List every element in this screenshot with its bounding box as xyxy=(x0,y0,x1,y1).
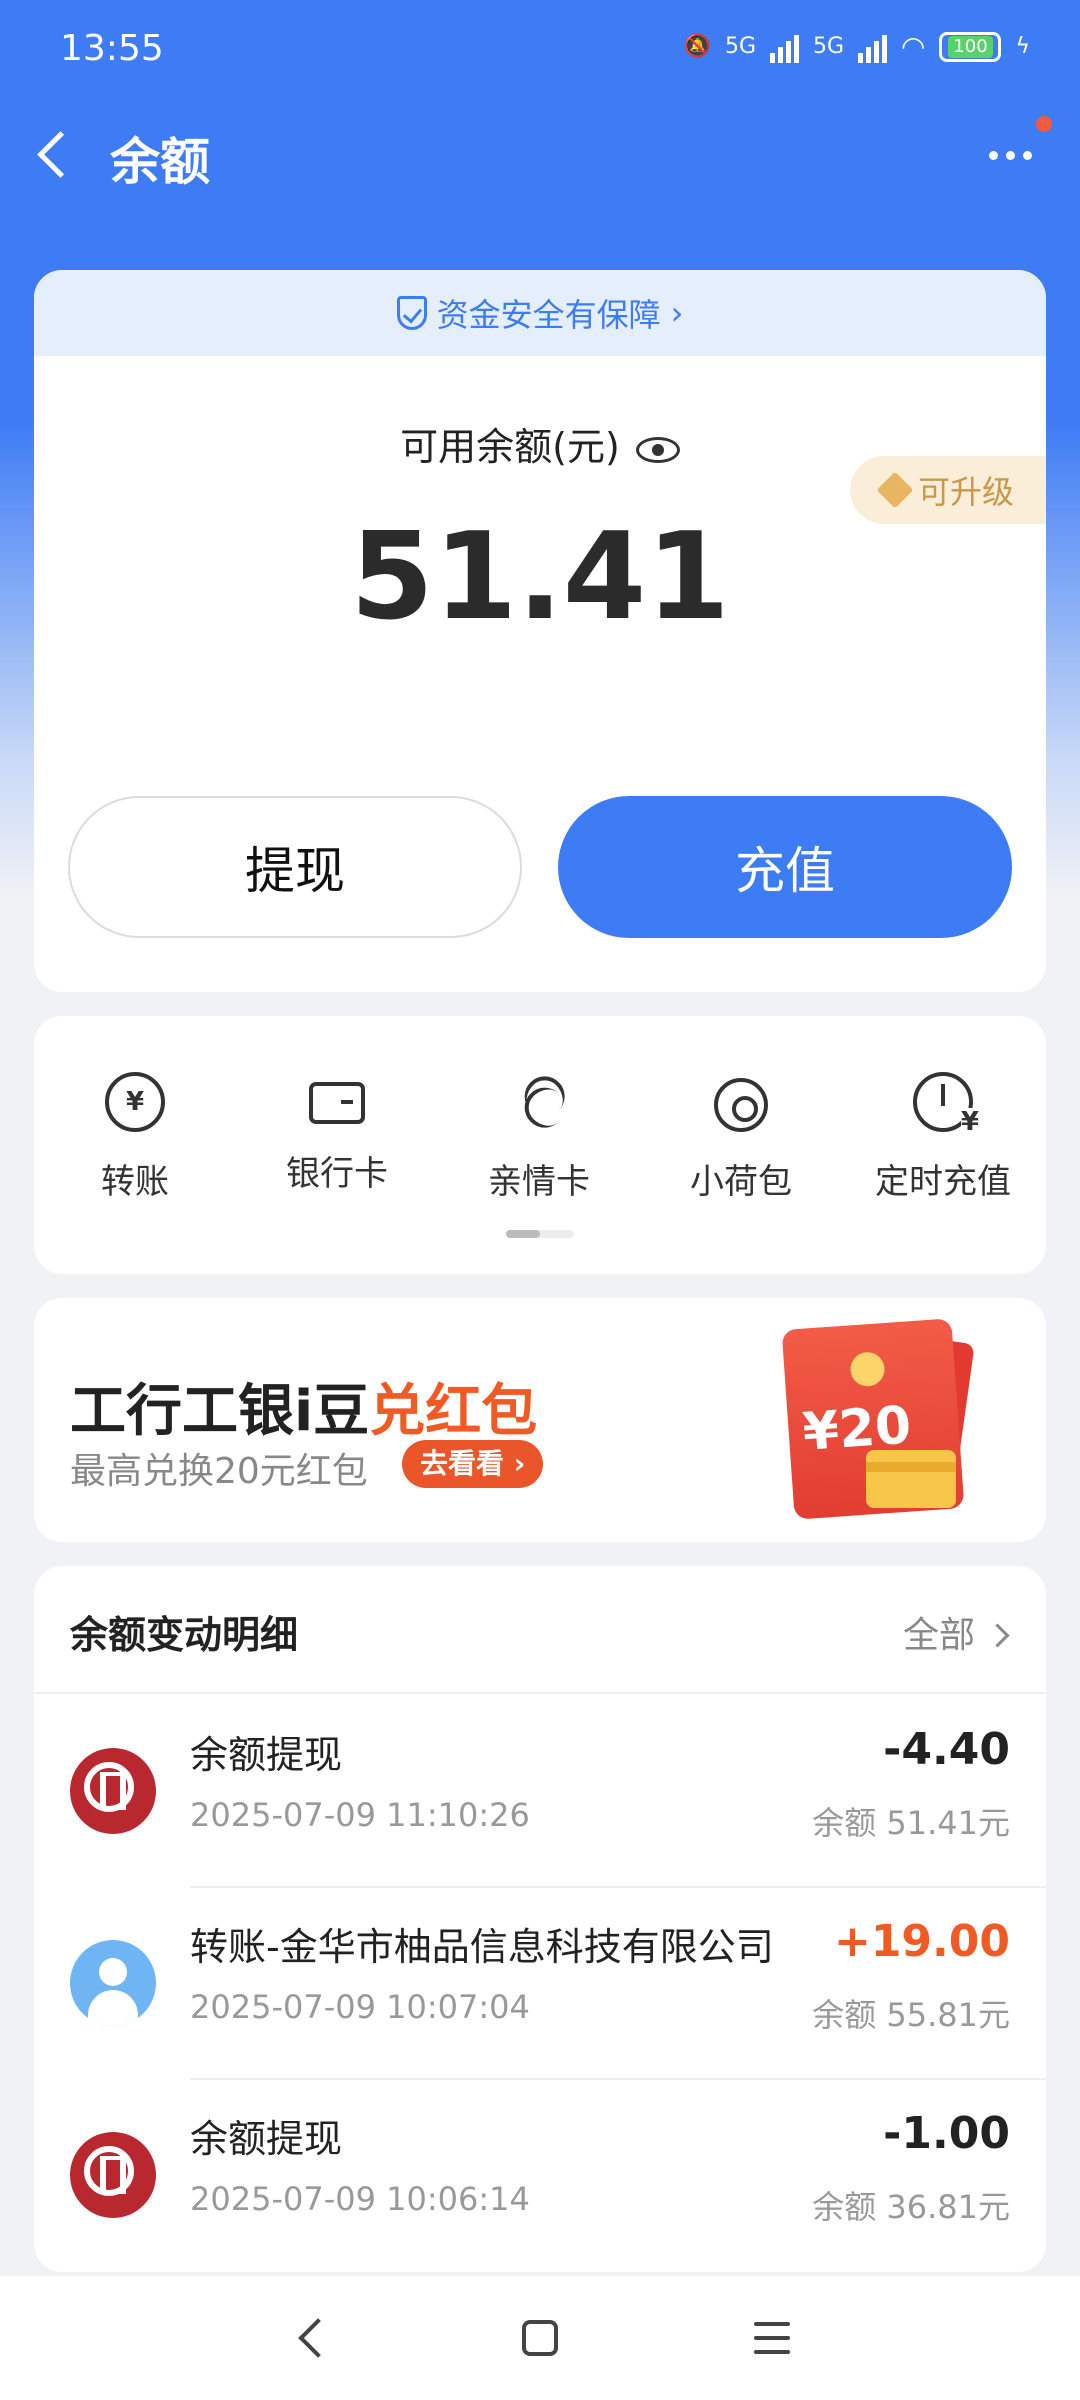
network-label-2: 5G xyxy=(813,34,845,59)
promo-subtitle: 最高兑换20元红包 xyxy=(70,1451,368,1492)
shortcut-card: ¥ 转账 银行卡 亲情卡 小荷包 定时充值 xyxy=(34,1016,1046,1274)
upgrade-label: 可升级 xyxy=(917,473,1014,511)
shortcut-label: 银行卡 xyxy=(286,1154,388,1194)
battery-level: 100 xyxy=(948,35,993,58)
shortcut-scheduled-recharge[interactable]: 定时充值 xyxy=(842,1072,1044,1203)
transaction-amount: -4.40 xyxy=(883,1724,1010,1775)
balance-amount: 51.41 xyxy=(350,508,730,647)
transaction-row[interactable]: 余额提现 2025-07-09 11:10:26 -4.40 余额 51.41元 xyxy=(34,1696,1046,1888)
status-bar: 13:55 🔕 5G 5G ◠ 100 ϟ xyxy=(0,0,1080,100)
scheduled-recharge-icon xyxy=(913,1072,979,1136)
battery-icon: 100 xyxy=(939,31,1002,62)
purse-icon xyxy=(714,1078,768,1132)
back-icon[interactable] xyxy=(30,130,80,180)
promo-title: 工行工银i豆兑红包 xyxy=(70,1366,537,1447)
status-icons: 🔕 5G 5G ◠ 100 ϟ xyxy=(684,30,1030,63)
person-avatar-icon xyxy=(70,1940,156,2026)
system-back-icon[interactable] xyxy=(292,2318,332,2358)
transaction-balance-after: 余额 51.41元 xyxy=(812,1804,1010,1842)
transaction-amount: +19.00 xyxy=(833,1916,1010,1967)
eye-icon[interactable] xyxy=(635,436,680,463)
transaction-name: 余额提现 xyxy=(190,1733,343,1777)
shortcut-bank-card[interactable]: 银行卡 xyxy=(236,1072,438,1195)
bank-logo-icon xyxy=(70,2132,156,2218)
transaction-balance-after: 余额 36.81元 xyxy=(812,2188,1010,2226)
promo-title-highlight: 兑红包 xyxy=(369,1379,538,1444)
shortcut-family-card[interactable]: 亲情卡 xyxy=(438,1072,640,1203)
transaction-time: 2025-07-09 10:07:04 xyxy=(190,1988,530,2026)
balance-label: 可用余额(元) xyxy=(400,425,620,469)
promo-button-label: 去看看 xyxy=(420,1447,505,1480)
bank-logo-icon xyxy=(70,1748,156,1834)
transactions-title: 余额变动明细 xyxy=(70,1613,299,1657)
envelope-seal xyxy=(849,1351,886,1388)
promo-title-main: 工行工银i豆 xyxy=(70,1379,370,1444)
chevron-right-icon: › xyxy=(670,294,684,332)
notification-dot xyxy=(1036,116,1052,132)
family-card-icon xyxy=(497,1060,582,1145)
transaction-name: 余额提现 xyxy=(190,2117,343,2161)
signal-icon xyxy=(770,31,799,63)
shield-icon xyxy=(396,296,427,330)
transaction-time: 2025-07-09 10:06:14 xyxy=(190,2180,530,2218)
network-label-1: 5G xyxy=(724,34,756,59)
more-options-icon[interactable] xyxy=(980,130,1040,180)
balance-card: 资金安全有保障 › 可用余额(元) 可升级 51.41 提现 充值 xyxy=(34,270,1046,992)
page-title: 余额 xyxy=(110,133,210,191)
transaction-balance-after: 余额 55.81元 xyxy=(812,1996,1010,2034)
charging-icon: ϟ xyxy=(1015,34,1030,59)
transactions-header: 余额变动明细 全部 xyxy=(34,1566,1046,1694)
recharge-button[interactable]: 充值 xyxy=(558,796,1012,938)
status-time: 13:55 xyxy=(60,28,164,69)
wifi-icon: ◠ xyxy=(901,30,926,63)
transaction-time: 2025-07-09 11:10:26 xyxy=(190,1796,530,1834)
nav-bar: 余额 xyxy=(0,110,1080,200)
mute-icon: 🔕 xyxy=(683,34,711,59)
transfer-icon: ¥ xyxy=(105,1072,165,1132)
security-banner[interactable]: 资金安全有保障 › xyxy=(34,270,1046,356)
shortcut-label: 亲情卡 xyxy=(488,1162,590,1202)
transaction-name: 转账-金华市柚品信息科技有限公司 xyxy=(190,1925,774,1969)
view-all-link[interactable]: 全部 xyxy=(903,1606,1006,1658)
shortcut-label: 定时充值 xyxy=(875,1162,1011,1202)
shortcut-transfer[interactable]: ¥ 转账 xyxy=(34,1072,236,1203)
shortcut-label: 小荷包 xyxy=(690,1162,792,1202)
signal-icon xyxy=(858,31,888,63)
shortcut-purse[interactable]: 小荷包 xyxy=(640,1072,842,1203)
page-indicator xyxy=(506,1230,574,1238)
system-home-icon[interactable] xyxy=(522,2320,558,2356)
system-menu-icon[interactable] xyxy=(754,2322,790,2356)
transactions-card: 余额变动明细 全部 余额提现 2025-07-09 11:10:26 -4.40… xyxy=(34,1566,1046,2272)
promo-banner[interactable]: 工行工银i豆兑红包 最高兑换20元红包 去看看 › ¥20 xyxy=(34,1298,1046,1542)
transaction-amount: -1.00 xyxy=(883,2108,1010,2159)
diamond-icon xyxy=(876,471,914,509)
system-nav-bar xyxy=(0,2276,1080,2400)
shortcut-label: 转账 xyxy=(101,1162,169,1202)
transaction-row[interactable]: 余额提现 2025-07-09 10:06:14 -1.00 余额 36.81元 xyxy=(34,2080,1046,2272)
bank-card-icon xyxy=(309,1082,365,1124)
gold-card-icon xyxy=(866,1450,956,1508)
transaction-row[interactable]: 转账-金华市柚品信息科技有限公司 2025-07-09 10:07:04 +19… xyxy=(34,1888,1046,2080)
promo-go-button[interactable]: 去看看 › xyxy=(402,1440,544,1488)
withdraw-button[interactable]: 提现 xyxy=(68,796,522,938)
security-note: 资金安全有保障 xyxy=(436,296,661,334)
